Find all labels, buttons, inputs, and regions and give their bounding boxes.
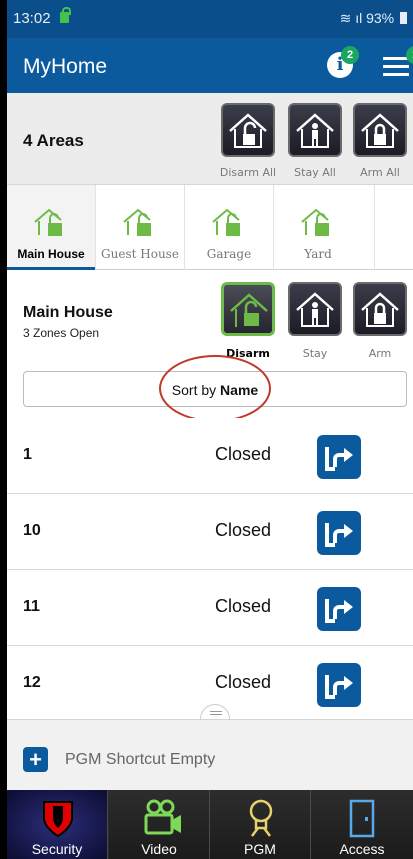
lock-icon [60,7,71,23]
battery-text: 93% [366,10,395,26]
bypass-icon [325,447,353,471]
arm-label: Arm [368,347,392,360]
disarm-all-label: Disarm All [219,166,277,179]
tab-label: Guest House [101,247,179,261]
zone-status: Closed [215,520,272,540]
status-time: 13:02 [13,10,51,27]
bypass-icon [325,599,353,623]
tab-garage[interactable]: Garage [185,185,273,270]
disarm-button[interactable] [221,282,275,336]
zone-status: Closed [215,444,272,464]
video-camera-icon [144,799,181,835]
bottom-nav: Security Video PGM Access [7,790,413,859]
wifi-icon: ≋ [339,10,352,26]
bulb-icon [249,799,273,837]
zone-number: 1 [23,446,32,463]
bypass-button[interactable] [317,663,361,707]
house-lock-icon [361,292,399,327]
zone-row: 1 Closed [7,418,413,494]
areas-count: 4 Areas [23,131,84,150]
house-unlock-icon [229,113,267,148]
house-unlock-icon [230,293,268,327]
area-name: Main House [23,304,113,321]
nav-label: Security [31,841,83,857]
arm-all-label: Arm All [360,166,400,179]
status-bar: 13:02 ≋ ıl 93% [7,0,413,38]
battery-icon [400,12,407,24]
door-icon [349,799,375,838]
info-badge: 2 [341,46,359,64]
house-person-icon [296,292,334,327]
app-screen: 13:02 ≋ ıl 93% MyHome i 2 1 4 Areas [7,0,413,859]
house-unlock-icon [212,208,240,236]
add-pgm-button[interactable]: + [23,747,48,772]
bypass-icon [325,523,353,547]
bypass-button[interactable] [317,435,361,479]
zone-status: Closed [215,596,272,616]
zone-number: 10 [23,522,41,539]
tab-label: Yard [304,247,332,261]
nav-access[interactable]: Access [311,790,413,859]
house-unlock-icon [123,208,151,236]
nav-label: Access [339,841,385,857]
bypass-button[interactable] [317,587,361,631]
signal-icon: ıl [355,10,363,26]
nav-label: PGM [244,841,276,857]
house-lock-icon [361,113,399,148]
arm-all-button[interactable] [353,103,407,157]
shield-icon [43,801,73,838]
status-right: ≋ ıl 93% [340,10,407,27]
stay-all-label: Stay All [294,166,336,179]
stay-all-button[interactable] [288,103,342,157]
nav-label: Video [141,841,177,857]
nav-pgm[interactable]: PGM [210,790,311,859]
stay-label: Stay [302,347,328,360]
zone-status: Closed [215,672,272,692]
tab-main-house[interactable]: Main House [7,185,95,270]
tab-label: Main House [17,247,85,261]
app-title: MyHome [23,55,108,78]
zone-row: 11 Closed [7,570,413,646]
disarm-all-button[interactable] [221,103,275,157]
bypass-button[interactable] [317,511,361,555]
zone-number: 11 [23,598,40,615]
zone-row: 10 Closed [7,494,413,570]
nav-video[interactable]: Video [109,790,210,859]
tab-yard[interactable]: Yard [274,185,362,270]
tab-guest-house[interactable]: Guest House [96,185,184,270]
areas-header: 4 Areas Disarm All Stay All Arm All [7,93,413,185]
pgm-shortcut-label: PGM Shortcut Empty [65,751,216,768]
arm-button[interactable] [353,282,407,336]
highlight-circle [159,355,271,422]
house-unlock-icon [301,208,329,236]
tab-label: Garage [206,247,252,261]
house-person-icon [296,113,334,148]
bypass-icon [325,675,353,699]
menu-icon[interactable] [383,57,409,77]
pgm-shortcut-bar: + PGM Shortcut Empty [7,719,413,790]
area-subtitle: 3 Zones Open [23,326,100,340]
zone-number: 12 [23,674,41,691]
nav-security[interactable]: Security [7,790,108,859]
stay-button[interactable] [288,282,342,336]
house-unlock-icon [34,208,62,236]
app-bar: MyHome i 2 1 [7,38,413,93]
area-tabs: Main House Guest House Garage Yard [7,185,413,270]
